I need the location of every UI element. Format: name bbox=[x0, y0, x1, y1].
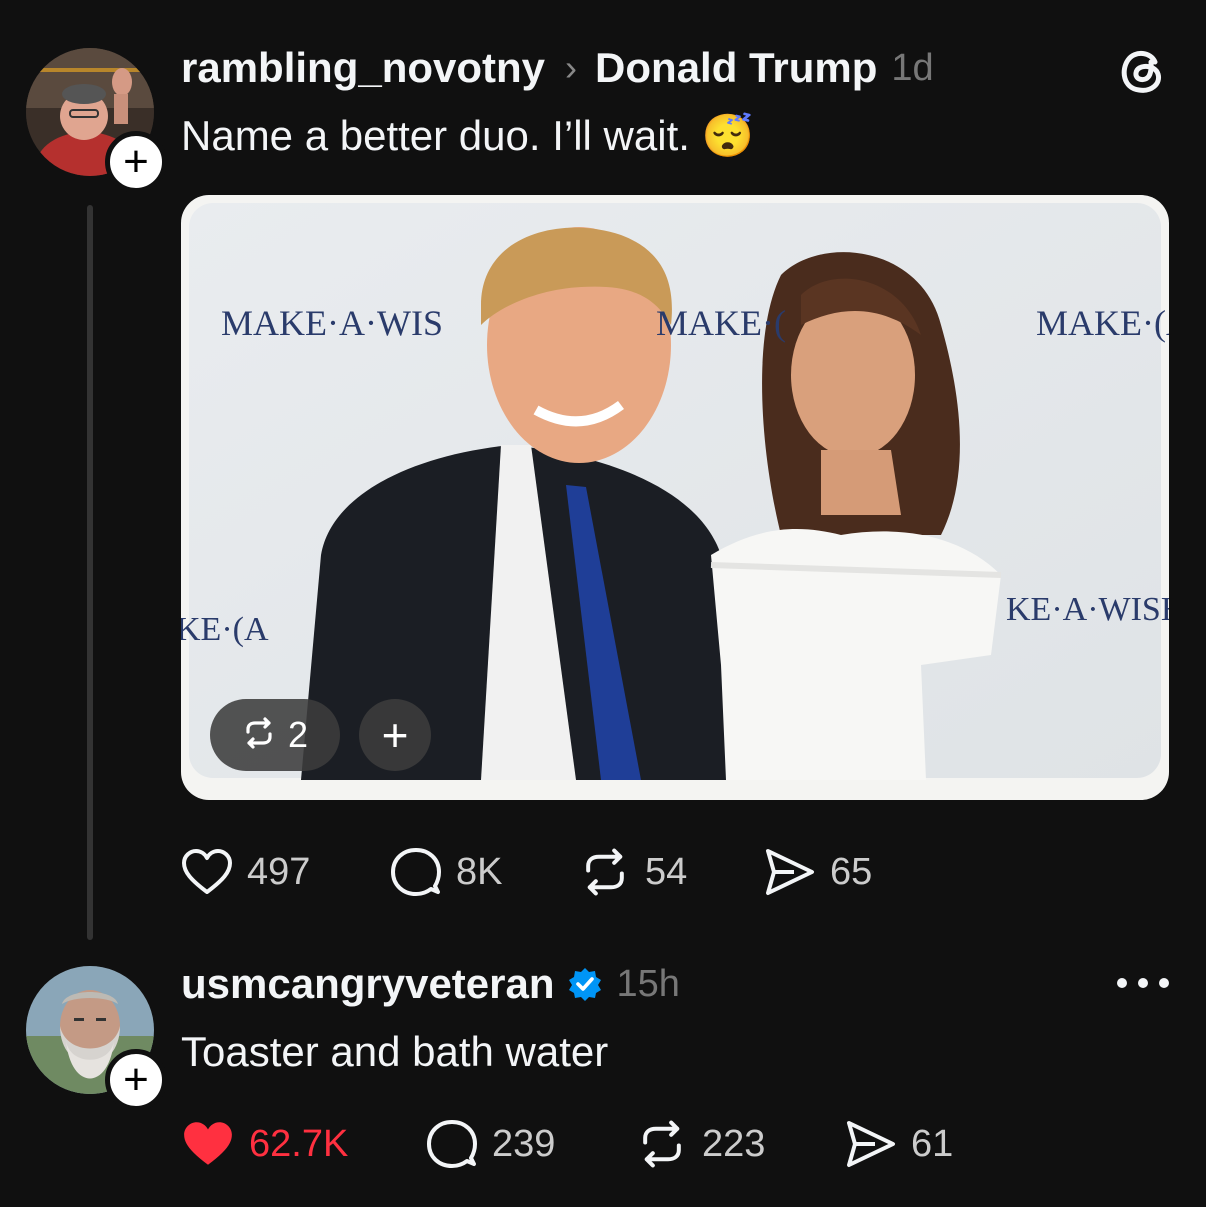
share-icon bbox=[845, 1119, 897, 1169]
chevron-right-icon: › bbox=[565, 47, 578, 88]
repost-button[interactable]: 54 bbox=[579, 844, 687, 900]
comment-icon bbox=[390, 846, 442, 898]
like-button[interactable]: 62.7K bbox=[181, 1116, 348, 1172]
plus-icon: + bbox=[123, 137, 149, 186]
reply-count: 8K bbox=[456, 850, 503, 893]
share-button[interactable]: 61 bbox=[845, 1116, 953, 1172]
plus-icon: + bbox=[123, 1055, 149, 1104]
post: + rambling_novotny › Donald Trump 1d Nam… bbox=[0, 0, 1206, 940]
reply-count: 239 bbox=[492, 1122, 556, 1165]
share-count: 61 bbox=[911, 1122, 954, 1165]
reply-post: + usmcangryveteran 15h Toaster and bath … bbox=[0, 940, 1206, 1207]
reply-to-username[interactable]: Donald Trump bbox=[595, 44, 877, 92]
thread-line bbox=[87, 205, 93, 940]
requote-count: 2 bbox=[287, 714, 309, 755]
share-button[interactable]: 65 bbox=[764, 844, 872, 900]
heart-icon bbox=[181, 1119, 235, 1169]
requote-count-pill[interactable]: 2 bbox=[210, 699, 340, 771]
plus-icon: + bbox=[381, 709, 409, 761]
author-username[interactable]: rambling_novotny bbox=[181, 44, 545, 92]
banner-text: MAKE·A·WIS bbox=[221, 303, 443, 343]
post-time: 1d bbox=[891, 46, 934, 89]
share-icon bbox=[764, 847, 816, 897]
banner-text: KE·A·WISH bbox=[1006, 591, 1169, 628]
banner-text: MAKE·(A bbox=[1036, 303, 1169, 343]
reply-button[interactable]: 239 bbox=[426, 1116, 555, 1172]
like-count: 497 bbox=[247, 850, 311, 893]
threads-logo-icon[interactable] bbox=[1117, 44, 1169, 96]
comment-icon bbox=[426, 1118, 478, 1170]
follow-plus-button[interactable]: + bbox=[105, 131, 167, 193]
repost-count: 54 bbox=[645, 850, 688, 893]
post-header: rambling_novotny › Donald Trump 1d bbox=[181, 40, 934, 96]
like-button[interactable]: 497 bbox=[181, 844, 310, 900]
share-count: 65 bbox=[830, 850, 873, 893]
repost-icon bbox=[636, 1118, 688, 1170]
repost-icon bbox=[579, 846, 631, 898]
reply-author-username[interactable]: usmcangryveteran bbox=[181, 960, 555, 1008]
add-plus-button[interactable]: + bbox=[359, 699, 431, 771]
post-text: Name a better duo. I’ll wait. 😴 bbox=[181, 112, 754, 159]
banner-text: MAKE·( bbox=[656, 303, 786, 343]
reply-text: Toaster and bath water bbox=[181, 1028, 609, 1075]
banner-text: KE·(A bbox=[181, 611, 269, 648]
heart-icon bbox=[181, 848, 233, 896]
repost-button[interactable]: 223 bbox=[636, 1116, 765, 1172]
reply-header: usmcangryveteran 15h bbox=[181, 956, 680, 1012]
more-icon[interactable] bbox=[1117, 976, 1169, 990]
like-count: 62.7K bbox=[249, 1122, 349, 1165]
verified-icon bbox=[567, 966, 603, 1002]
repost-count: 223 bbox=[702, 1122, 766, 1165]
follow-plus-button[interactable]: + bbox=[105, 1049, 167, 1111]
reply-button[interactable]: 8K bbox=[390, 844, 502, 900]
repost-icon bbox=[242, 716, 276, 755]
reply-time: 15h bbox=[616, 962, 680, 1005]
